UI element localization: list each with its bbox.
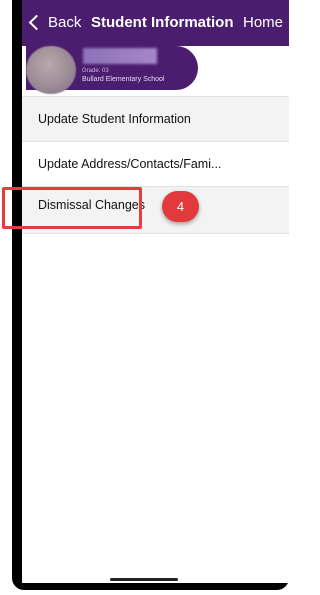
menu-item-label: Update Address/Contacts/Fami... [38,157,222,171]
home-button[interactable]: Home [243,14,283,31]
app-screen: Back Student Information Home Grade: 03 … [22,0,289,583]
chevron-left-icon [28,14,45,30]
student-header: Grade: 03 Bullard Elementary School [22,46,289,97]
home-indicator [110,578,178,581]
menu-item-update-student-information[interactable]: Update Student Information [22,97,289,142]
back-button[interactable]: Back [28,11,81,33]
avatar [26,46,76,94]
navigation-bar: Back Student Information Home [22,0,289,46]
step-number-badge: 4 [162,191,199,222]
student-card[interactable]: Grade: 03 Bullard Elementary School [26,46,198,94]
annotation-highlight-box [2,187,142,229]
menu-item-label: Update Student Information [38,112,191,126]
student-school: Bullard Elementary School [82,76,165,83]
menu-item-update-address-contacts[interactable]: Update Address/Contacts/Fami... [22,142,289,187]
page-title: Student Information [91,14,234,31]
back-label: Back [48,13,82,31]
student-name-redacted [83,48,157,64]
student-grade: Grade: 03 [82,68,109,74]
